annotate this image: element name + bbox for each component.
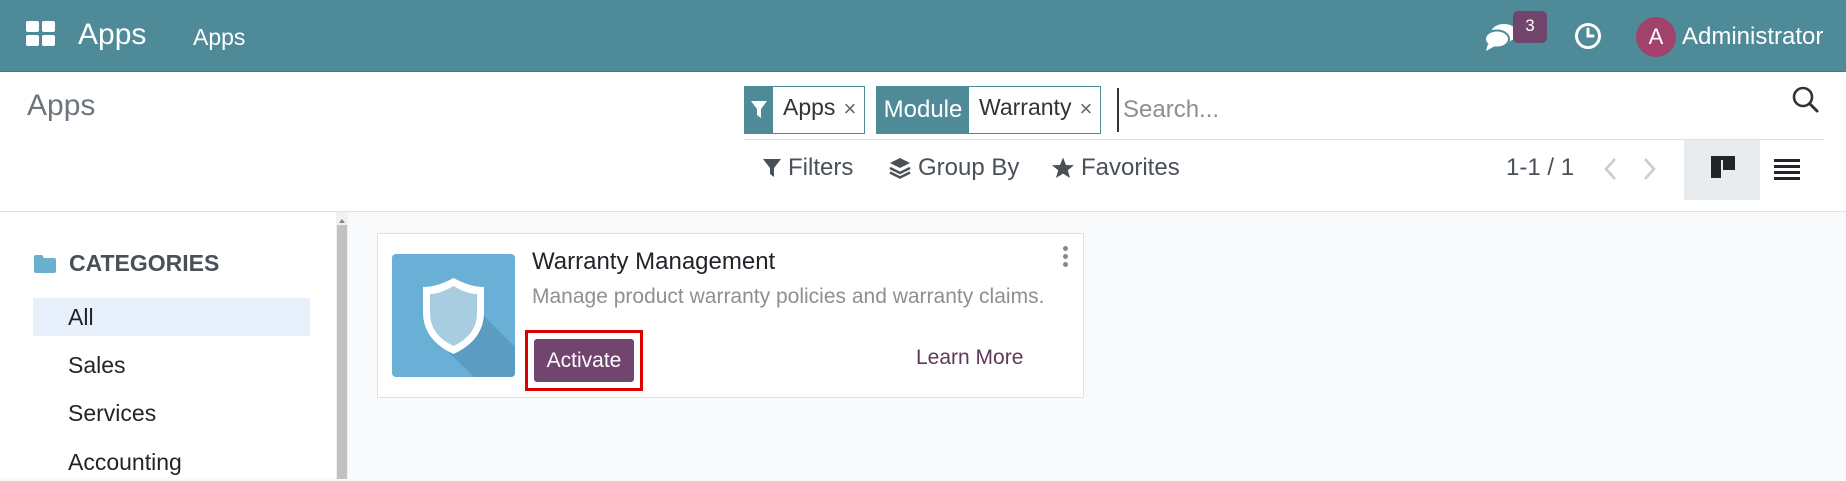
top-navbar: Apps Apps 3 A Administrator (0, 0, 1846, 72)
current-app-name[interactable]: Apps (78, 18, 146, 52)
group-by-label: Group By (918, 154, 1020, 181)
list-view-icon[interactable] (1770, 156, 1806, 184)
filters-label: Filters (788, 154, 854, 181)
category-item-all[interactable]: All (33, 298, 310, 336)
apps-grid-icon[interactable] (26, 21, 58, 49)
categories-sidebar: CATEGORIES All Sales Services Accounting (0, 212, 336, 479)
search-view: Apps × Module Warranty × (744, 84, 1824, 140)
learn-more-link[interactable]: Learn More (916, 346, 1023, 370)
app-title: Warranty Management (532, 248, 776, 275)
facet-module-filter: Module Warranty × (876, 86, 1102, 134)
folder-icon (34, 254, 56, 273)
categories-header: CATEGORIES (33, 250, 219, 277)
chevron-left-icon[interactable] (1600, 156, 1622, 182)
categories-title: CATEGORIES (69, 250, 220, 276)
card-menu-icon[interactable] (1062, 246, 1070, 270)
search-icon[interactable] (1791, 84, 1825, 128)
kanban-view-icon[interactable] (1684, 140, 1760, 200)
facet-label: Module (877, 87, 969, 133)
filters-button[interactable]: Filters (762, 154, 853, 182)
star-icon (1052, 157, 1074, 178)
app-description: Manage product warranty policies and war… (532, 285, 1045, 308)
activate-button[interactable]: Activate (534, 339, 634, 382)
category-item-services[interactable]: Services (33, 394, 310, 432)
shield-icon (392, 254, 515, 377)
sidebar-scrollbar-thumb[interactable] (337, 225, 347, 479)
message-count-badge: 3 (1513, 11, 1547, 43)
category-item-accounting[interactable]: Accounting (33, 443, 310, 481)
facet-apps-filter: Apps × (744, 86, 866, 134)
facet-value: Warranty (979, 94, 1072, 120)
category-item-sales[interactable]: Sales (33, 346, 310, 384)
group-by-button[interactable]: Group By (888, 154, 1019, 182)
clock-icon[interactable] (1574, 22, 1602, 50)
breadcrumb: Apps (27, 89, 96, 122)
avatar[interactable]: A (1636, 17, 1676, 57)
filter-icon (745, 87, 773, 133)
control-panel: Apps Apps × Module Warranty × Filters Gr… (0, 72, 1846, 212)
favorites-button[interactable]: Favorites (1051, 154, 1180, 182)
facet-value: Apps (783, 94, 836, 120)
user-menu[interactable]: Administrator (1682, 23, 1823, 51)
app-card[interactable]: Warranty Management Manage product warra… (377, 233, 1084, 398)
menu-item-apps[interactable]: Apps (193, 24, 245, 51)
favorites-label: Favorites (1081, 154, 1180, 181)
chevron-right-icon[interactable] (1638, 156, 1660, 182)
facet-remove-button[interactable]: × (843, 87, 864, 133)
filter-icon (763, 159, 781, 177)
facet-remove-button[interactable]: × (1079, 87, 1100, 133)
scroll-up-arrow-icon[interactable] (337, 213, 347, 223)
search-input[interactable] (1117, 88, 1717, 132)
pager-value[interactable]: 1-1 / 1 (1506, 154, 1574, 182)
layers-icon (889, 158, 911, 179)
